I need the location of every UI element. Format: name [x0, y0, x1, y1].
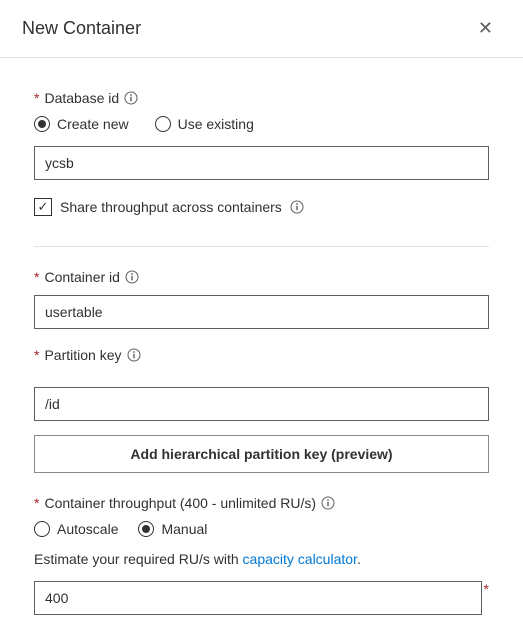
radio-manual[interactable]: Manual — [138, 521, 207, 537]
info-icon[interactable] — [321, 496, 335, 510]
partition-key-label-row: * Partition key — [34, 347, 489, 363]
partition-key-group: * Partition key Add hierarchical partiti… — [34, 347, 489, 473]
panel-title: New Container — [22, 18, 141, 39]
container-id-label-row: * Container id — [34, 269, 489, 285]
throughput-input[interactable] — [34, 581, 482, 615]
database-id-group: * Database id Create new Use existing ✓ … — [34, 90, 489, 216]
close-icon[interactable]: ✕ — [470, 14, 501, 43]
container-id-label: Container id — [44, 269, 120, 285]
share-throughput-label: Share throughput across containers — [60, 199, 282, 215]
info-icon[interactable] — [127, 348, 141, 362]
checkbox-icon: ✓ — [34, 198, 52, 216]
add-hierarchical-partition-button[interactable]: Add hierarchical partition key (preview) — [34, 435, 489, 473]
estimate-text: Estimate your required RU/s with capacit… — [34, 551, 489, 567]
estimate-prefix: Estimate your required RU/s with — [34, 551, 243, 567]
required-marker: * — [34, 347, 39, 363]
radio-autoscale[interactable]: Autoscale — [34, 521, 118, 537]
radio-autoscale-label: Autoscale — [57, 521, 118, 537]
radio-icon — [138, 521, 154, 537]
required-marker: * — [34, 90, 39, 106]
throughput-mode-radios: Autoscale Manual — [34, 521, 489, 537]
panel-header: New Container ✕ — [0, 0, 523, 58]
radio-use-existing[interactable]: Use existing — [155, 116, 254, 132]
radio-existing-label: Use existing — [178, 116, 254, 132]
database-mode-radios: Create new Use existing — [34, 116, 489, 132]
info-icon[interactable] — [290, 200, 304, 214]
container-id-group: * Container id — [34, 269, 489, 329]
section-divider — [34, 246, 489, 247]
database-id-label: Database id — [44, 90, 119, 106]
info-icon[interactable] — [124, 91, 138, 105]
container-id-input[interactable] — [34, 295, 489, 329]
throughput-input-wrap: * — [34, 581, 489, 615]
radio-icon — [34, 116, 50, 132]
throughput-label-row: * Container throughput (400 - unlimited … — [34, 495, 489, 511]
estimate-suffix: . — [357, 551, 361, 567]
required-marker: * — [34, 495, 39, 511]
database-id-label-row: * Database id — [34, 90, 489, 106]
required-marker: * — [484, 581, 489, 597]
radio-create-label: Create new — [57, 116, 129, 132]
partition-key-input[interactable] — [34, 387, 489, 421]
radio-manual-label: Manual — [161, 521, 207, 537]
radio-icon — [34, 521, 50, 537]
throughput-label: Container throughput (400 - unlimited RU… — [44, 495, 316, 511]
info-icon[interactable] — [125, 270, 139, 284]
share-throughput-checkbox[interactable]: ✓ Share throughput across containers — [34, 198, 489, 216]
panel-body: * Database id Create new Use existing ✓ … — [0, 58, 523, 635]
capacity-calculator-link[interactable]: capacity calculator — [243, 551, 357, 567]
required-marker: * — [34, 269, 39, 285]
radio-create-new[interactable]: Create new — [34, 116, 129, 132]
database-id-input[interactable] — [34, 146, 489, 180]
partition-key-label: Partition key — [44, 347, 121, 363]
throughput-group: * Container throughput (400 - unlimited … — [34, 495, 489, 615]
radio-icon — [155, 116, 171, 132]
